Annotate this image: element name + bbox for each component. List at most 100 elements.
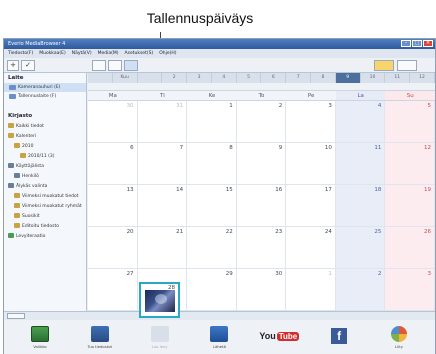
calendar-day-cell[interactable]: 8 [187,143,237,185]
calendar-day-cell[interactable]: 26 [385,227,435,269]
month-tab-2[interactable] [138,73,163,83]
calendar-day-cell[interactable]: 30 [88,101,138,143]
menu-item-1[interactable]: Muokkaa(E) [39,49,66,58]
calendar-day-cell[interactable]: 6 [88,143,138,185]
folder-button[interactable] [374,60,394,71]
calendar-day-cell[interactable]: 18 [335,185,386,227]
day-number: 19 [424,187,431,193]
library-tree-item-10[interactable]: Editoitu tiedosto [4,221,86,231]
calendar-day-cell[interactable]: 1 [187,101,237,143]
calendar-day-cell[interactable]: 29 [187,269,237,311]
weekday-1: Ti [160,93,165,99]
month-tab-12[interactable]: 11 [385,73,411,83]
month-tab-9[interactable]: 8 [311,73,336,83]
add-button[interactable]: + [7,60,19,71]
menu-item-4[interactable]: Asetukset(S) [125,49,154,58]
calendar-day-cell[interactable]: 27 [88,269,138,311]
library-tree-item-11[interactable]: Levyiteraatio [4,231,86,241]
library-tree-item-8[interactable]: Viimeksi muokatut ryhmät [4,201,86,211]
month-tab-0[interactable] [88,73,113,83]
calendar-day-cell[interactable]: 16 [236,185,287,227]
recorded-video-thumbnail[interactable]: 28 [139,282,180,318]
tools-button[interactable]: ✓ [21,60,35,71]
calendar-day-cell[interactable]: 24 [286,227,336,269]
month-tab-3[interactable]: 2 [162,73,188,83]
calendar-day-cell[interactable]: 2 [236,101,287,143]
month-tab-11[interactable]: 10 [361,73,386,83]
action-button-4[interactable]: You Tube [257,328,301,346]
maximize-button[interactable]: □ [412,40,422,47]
bottom-scrollbar[interactable] [4,311,435,320]
thumbnail-view-button[interactable] [92,60,106,71]
month-tab-1[interactable]: Kuu [113,73,138,83]
day-number: 2 [278,103,283,109]
month-tab-5[interactable]: 4 [212,73,237,83]
library-tree-item-7[interactable]: Viimeksi muokatut tiedot [4,191,86,201]
calendar-day-cell[interactable]: 21 [137,227,188,269]
day-number: 10 [324,145,332,151]
action-button-0[interactable]: Valikko [18,325,62,349]
calendar-day-cell[interactable]: 10 [286,143,336,185]
calendar-day-cell[interactable]: 2 [335,269,386,311]
list-view-button[interactable] [108,60,122,71]
scrollbar-thumb[interactable] [7,313,25,319]
window-controls: – □ × [401,40,433,47]
menu-item-0[interactable]: Tiedosto(F) [8,49,33,58]
calendar-grid: 30 31 1 2 3 4 5 6 7 8 9 10 11 12 13 14 15 16 17 18 19 20 21 22 2… [88,101,435,311]
calendar-day-cell[interactable]: 22 [187,227,237,269]
action-button-6[interactable]: Liity [377,325,421,349]
calendar-day-cell[interactable]: 3 [385,269,435,311]
calendar-day-cell[interactable]: 17 [286,185,336,227]
menu-item-2[interactable]: Näytä(V) [72,49,92,58]
calendar-day-cell[interactable]: 4 [335,101,386,143]
calendar-day-cell[interactable]: 14 [137,185,188,227]
calendar-day-cell[interactable]: 23 [236,227,287,269]
action-bar: Valikko Tuo tiedostot Luo levy Lähetä You Tub… [4,320,435,354]
device-item-0[interactable]: Kameranauhuri (E) [4,83,86,92]
calendar-day-cell[interactable]: 12 [385,143,435,185]
action-button-3[interactable]: Lähetä [197,325,241,349]
day-number: 13 [126,187,134,193]
library-tree-label: Älykäs valinta [16,184,48,189]
calendar-day-cell[interactable]: 7 [137,143,188,185]
month-tab-7[interactable]: 6 [261,73,287,83]
calendar-day-cell[interactable]: 5 [385,101,435,143]
month-tab-6[interactable]: 5 [237,73,262,83]
month-tab-8[interactable]: 7 [286,73,312,83]
library-tree-item-1[interactable]: Kalenteri [4,131,86,141]
calendar-day-cell[interactable]: 15 [187,185,237,227]
action-button-5[interactable]: f [317,328,361,346]
calendar-day-cell[interactable]: 31 [137,101,188,143]
menu-item-5[interactable]: Ohje(H) [159,49,176,58]
month-tab-10[interactable]: 9 [335,73,361,83]
library-tree-item-5[interactable]: Henkilö [4,171,86,181]
month-tab-4[interactable]: 3 [187,73,212,83]
library-tree-label: Kalenteri [16,134,37,139]
library-tree-item-9[interactable]: Suosikit [4,211,86,221]
calendar-day-cell[interactable]: 30 [236,269,287,311]
calendar-day-cell[interactable]: 9 [236,143,287,185]
minimize-button[interactable]: – [401,40,411,47]
library-tree-item-3[interactable]: 2010/11 (3) [4,151,86,161]
month-tab-13[interactable]: 12 [410,73,435,83]
sort-button[interactable] [397,60,417,71]
calendar-day-cell[interactable]: 19 [385,185,435,227]
calendar-day-cell[interactable]: 1 [286,269,336,311]
calendar-day-cell[interactable]: 11 [335,143,386,185]
library-tree-item-2[interactable]: 2010 [4,141,86,151]
library-tree-item-6[interactable]: Älykäs valinta [4,181,86,191]
calendar-day-cell[interactable]: 3 [286,101,336,143]
menu-item-3[interactable]: Media(M) [98,49,119,58]
day-number: 2 [377,271,382,277]
calendar-view-button[interactable] [124,60,138,71]
calendar-day-cell[interactable]: 13 [88,185,138,227]
calendar-day-cell[interactable]: 20 [88,227,138,269]
day-number: 14 [176,187,184,193]
library-tree-item-0[interactable]: Kaikki tiedot [4,121,86,131]
calendar-day-cell[interactable]: 25 [335,227,386,269]
close-button[interactable]: × [423,40,433,47]
device-item-1[interactable]: Tallennuslaite (F) [4,92,86,101]
action-button-1[interactable]: Tuo tiedostot [78,325,122,349]
day-number: 7 [179,145,184,151]
library-tree-item-4[interactable]: Käyttäjälista [4,161,86,171]
